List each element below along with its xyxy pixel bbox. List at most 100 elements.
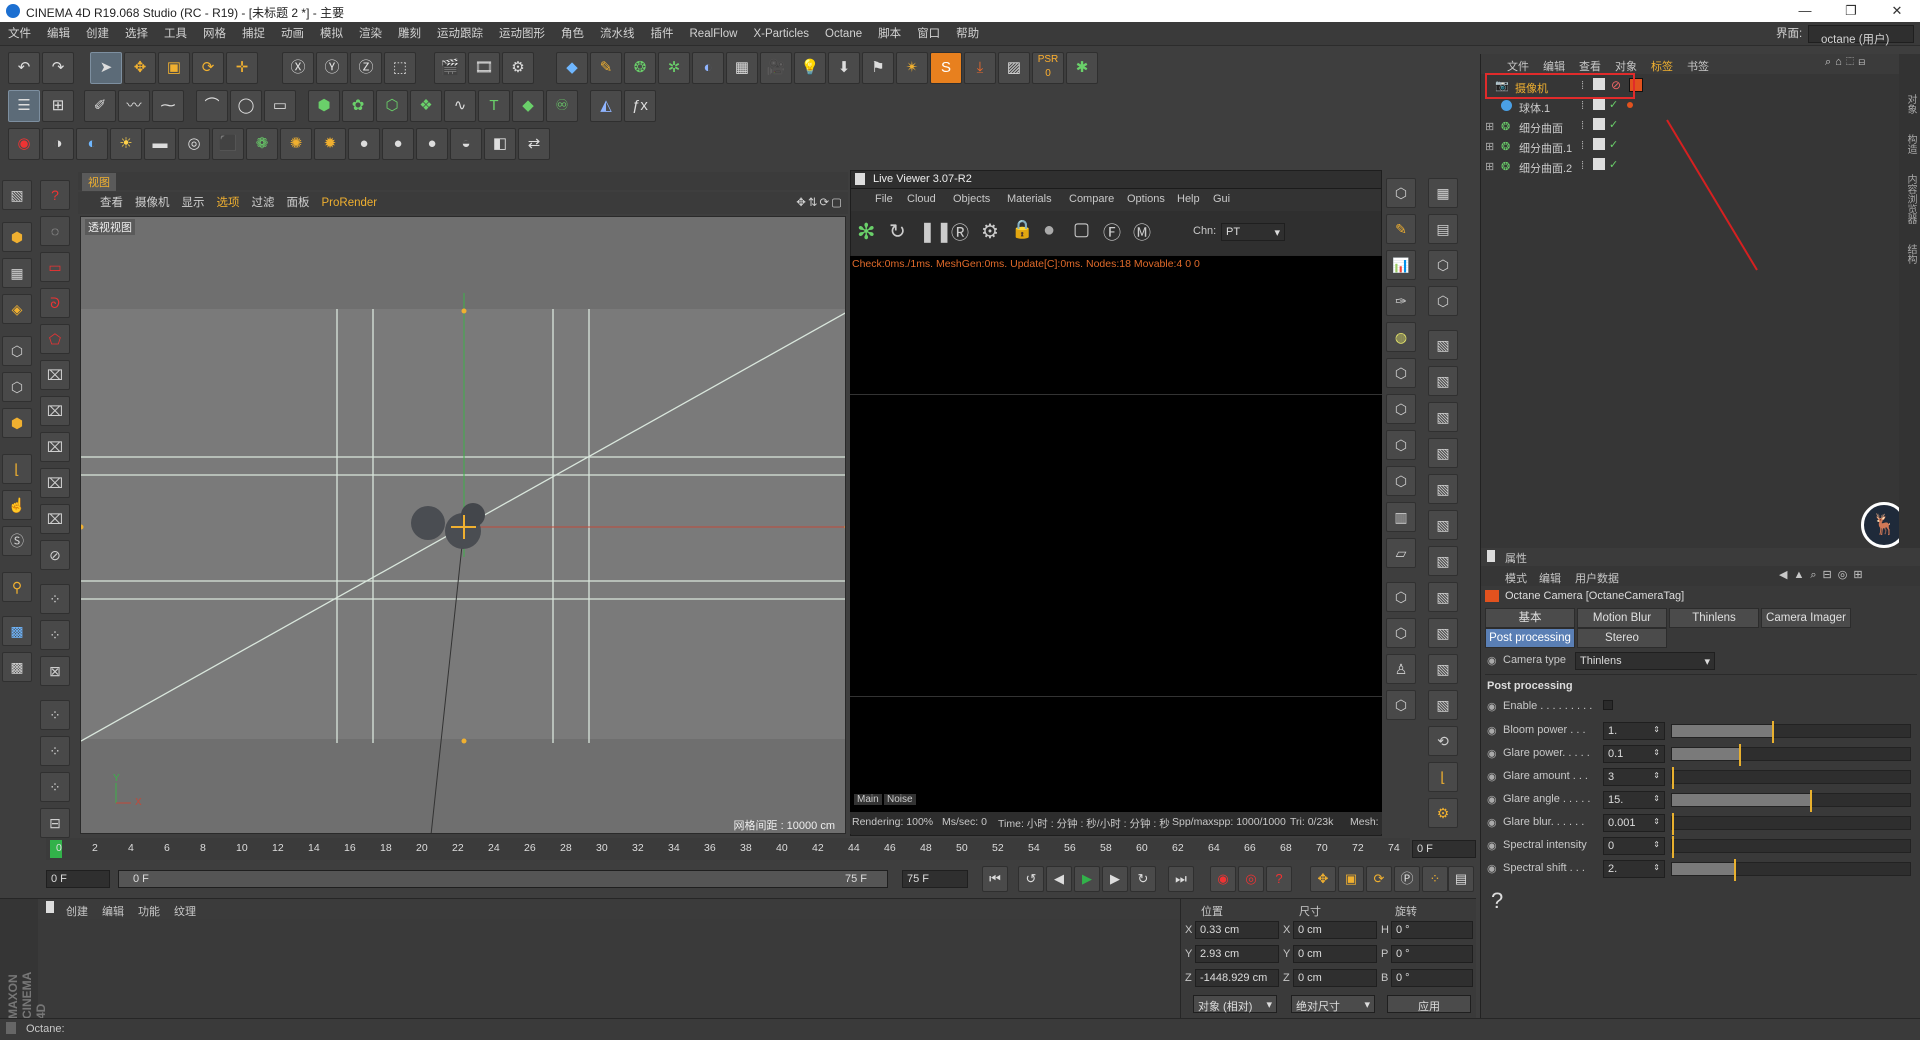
render-view-button[interactable]: 🎬	[434, 52, 466, 84]
menu-xparticles[interactable]: X-Particles	[745, 22, 817, 46]
octane-sun-icon[interactable]: ☀	[110, 128, 142, 160]
tab-basic[interactable]: 基本	[1485, 608, 1575, 628]
om-menu-bookmarks[interactable]: 书签	[1687, 58, 1709, 74]
nurbs-extrude-icon[interactable]: ⬢	[308, 90, 340, 122]
paint-icon[interactable]: ✎	[1386, 214, 1416, 244]
y-axis-button[interactable]: Ⓨ	[316, 52, 348, 84]
locked-workplane-icon[interactable]: ▩	[2, 652, 32, 682]
radio-icon[interactable]: ◉	[1487, 770, 1497, 783]
layout-c-icon[interactable]: ▧	[1428, 402, 1458, 432]
layout-l-icon[interactable]: ⟲	[1428, 726, 1458, 756]
inner-extrude-icon[interactable]: ⌧	[40, 468, 70, 498]
sculpt-icon[interactable]: ◍	[1386, 322, 1416, 352]
side-tab-content-browser[interactable]: 内容浏览器	[1903, 174, 1918, 224]
help-question-icon[interactable]: ?	[1491, 888, 1503, 914]
smooth-shift-icon[interactable]: ⊘	[40, 540, 70, 570]
material-tag-icon[interactable]	[1627, 102, 1633, 108]
lv-menu-materials[interactable]: Materials	[1007, 193, 1052, 205]
layout-d-icon[interactable]: ▧	[1428, 438, 1458, 468]
menu-help[interactable]: 帮助	[948, 22, 987, 46]
coord-size-field[interactable]: 0 cm	[1293, 945, 1377, 963]
object-mode-icon[interactable]: ⬢	[2, 222, 32, 252]
octane-scatter-icon[interactable]: ❁	[246, 128, 278, 160]
layout-icon[interactable]: ☰	[8, 90, 40, 122]
lv-pin-icon[interactable]: Ⓕ	[1103, 219, 1121, 245]
mat-menu-create[interactable]: 创建	[66, 903, 88, 919]
layout-b-icon[interactable]: ▧	[1428, 366, 1458, 396]
floor-icon[interactable]: ▦	[726, 52, 758, 84]
previous-frame-icon[interactable]: ◀	[1046, 866, 1072, 892]
spline-tool-icon[interactable]: ∿	[444, 90, 476, 122]
radio-icon[interactable]: ◉	[1487, 654, 1497, 667]
octane-area-light-icon[interactable]: ▬	[144, 128, 176, 160]
layout-stack-icon[interactable]: ▤	[1428, 214, 1458, 244]
arrange-icon[interactable]: ⬡	[1386, 466, 1416, 496]
layout-grid-icon[interactable]: ▦	[1428, 178, 1458, 208]
layout-3d-icon[interactable]: ⬡	[1428, 250, 1458, 280]
points-mode-icon[interactable]: ⬡	[2, 336, 32, 366]
gear-cube-icon[interactable]: ⚙	[1428, 798, 1458, 828]
octane-shuffle-icon[interactable]: ⇄	[518, 128, 550, 160]
subdivision-icon[interactable]: ❂	[624, 52, 656, 84]
spline-sketch-icon[interactable]: 〰	[118, 90, 150, 122]
mat-menu-edit[interactable]: 编辑	[102, 903, 124, 919]
tag-icon[interactable]	[1593, 98, 1605, 110]
spline-rectangle-icon[interactable]: ▭	[264, 90, 296, 122]
check-icon[interactable]: ✓	[1609, 158, 1618, 171]
slider-handle[interactable]	[1738, 744, 1741, 766]
select-tool-button[interactable]: ➤	[90, 52, 122, 84]
bridge-icon[interactable]: ⁘	[40, 584, 70, 614]
om-menu-edit[interactable]: 编辑	[1543, 58, 1565, 74]
enable-checkbox[interactable]	[1603, 700, 1613, 710]
view-cube-icon[interactable]: ⬡	[1386, 178, 1416, 208]
lv-tab-main[interactable]: Main	[854, 794, 882, 805]
menu-simulate[interactable]: 模拟	[312, 22, 351, 46]
timeline-ruler[interactable]: 0 2 4 6 8 10 12 14 16 18 20 22 24 26 28 30 32 34 36 38 40 42 4…	[46, 838, 1410, 860]
menu-mograph[interactable]: 运动图形	[491, 22, 553, 46]
param-value-field[interactable]: 1. ⇕	[1603, 722, 1665, 740]
cube-view-3-icon[interactable]: ⬡	[1386, 430, 1416, 460]
workplane-icon[interactable]: ◈	[2, 294, 32, 324]
expand-icon[interactable]: ⊞	[1485, 160, 1494, 173]
coord-mode-select[interactable]: 对象 (相对) ▾	[1193, 995, 1277, 1013]
spline-smooth-icon[interactable]: ⁓	[152, 90, 184, 122]
go-to-end-icon[interactable]: ⏭	[1168, 866, 1194, 892]
layout-h-icon[interactable]: ▧	[1428, 582, 1458, 612]
radio-icon[interactable]: ◉	[1487, 839, 1497, 852]
lv-clay-icon[interactable]: ▢	[1073, 219, 1090, 240]
x-axis-button[interactable]: Ⓧ	[282, 52, 314, 84]
menu-plugins[interactable]: 插件	[643, 22, 682, 46]
octane-diffuse-icon[interactable]: ●	[348, 128, 380, 160]
snapping-icon[interactable]: ⚲	[2, 572, 32, 602]
attr-nav-icons[interactable]: ◀▲⌕⊟◎⊞	[1779, 568, 1869, 582]
tab-stereo[interactable]: Stereo	[1577, 628, 1667, 648]
brush-icon[interactable]: ⁘	[40, 772, 70, 802]
param-value-field[interactable]: 0 ⇕	[1603, 837, 1665, 855]
menu-realflow[interactable]: RealFlow	[682, 22, 746, 46]
menu-snap[interactable]: 捕捉	[234, 22, 273, 46]
slider-handle[interactable]	[1810, 790, 1813, 812]
render-settings-button[interactable]: ⚙	[502, 52, 534, 84]
tab-camera-imager[interactable]: Camera Imager	[1761, 608, 1851, 628]
tab-thinlens[interactable]: Thinlens	[1669, 608, 1759, 628]
lv-marker-icon[interactable]: Ⓜ	[1133, 219, 1151, 245]
visibility-icon[interactable]: ⁞	[1581, 120, 1584, 132]
script-s-icon[interactable]: S	[930, 52, 962, 84]
picture-icon[interactable]: ▨	[998, 52, 1030, 84]
cube-view-2-icon[interactable]: ⬡	[1386, 394, 1416, 424]
boole-icon[interactable]: ◆	[512, 90, 544, 122]
menu-octane[interactable]: Octane	[817, 22, 870, 46]
undo-button[interactable]: ↶	[8, 52, 40, 84]
layout-k-icon[interactable]: ▧	[1428, 690, 1458, 720]
tag-icon[interactable]	[1593, 138, 1605, 150]
octane-spot-icon[interactable]: ⬛	[212, 128, 244, 160]
layout-j-icon[interactable]: ▧	[1428, 654, 1458, 684]
coord-size-field[interactable]: 0 cm	[1293, 969, 1377, 987]
slider-handle[interactable]	[1672, 813, 1674, 835]
param-value-field[interactable]: 0.1 ⇕	[1603, 745, 1665, 763]
redo-button[interactable]: ↷	[42, 52, 74, 84]
viewport-tab[interactable]: 视图	[82, 173, 116, 191]
lv-render-canvas[interactable]: Check:0ms./1ms. MeshGen:0ms. Update[C]:0…	[850, 256, 1382, 812]
layout-i-icon[interactable]: ▧	[1428, 618, 1458, 648]
radio-icon[interactable]: ◉	[1487, 747, 1497, 760]
